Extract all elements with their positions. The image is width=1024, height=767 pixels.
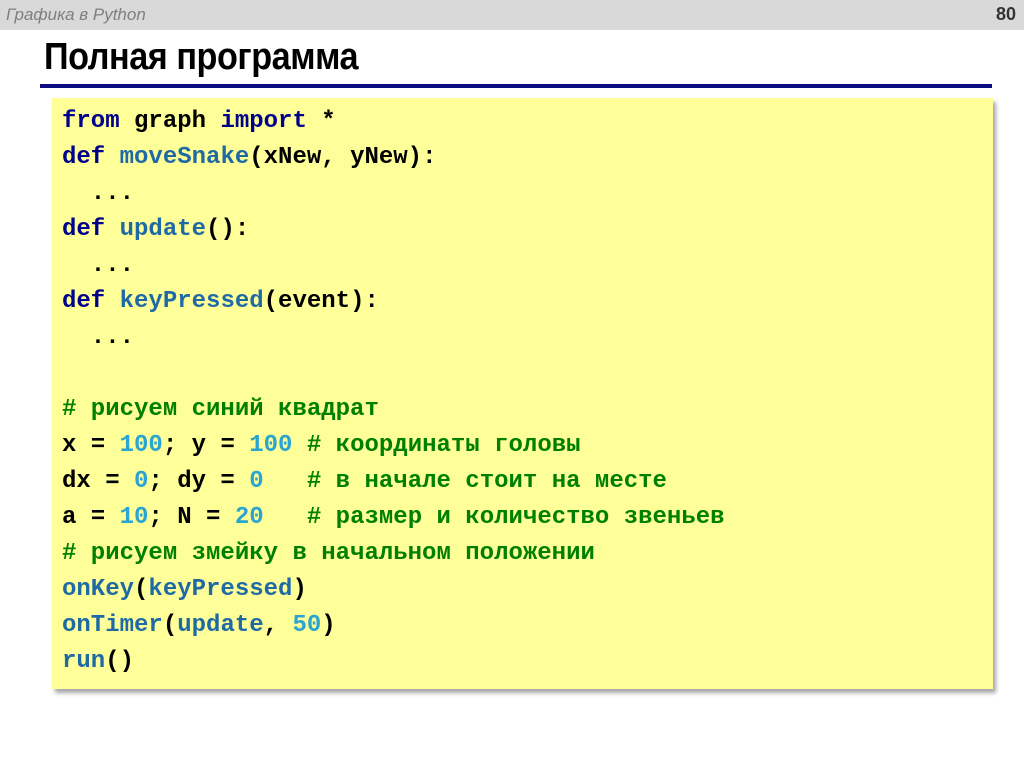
code-text: graph: [119, 108, 221, 135]
number-literal: 0: [134, 468, 149, 495]
code-text: ; y =: [162, 432, 250, 459]
title-divider: [40, 84, 992, 88]
code-text: (xNew, yNew):: [249, 144, 437, 171]
keyword: from: [62, 108, 120, 135]
comment: # координаты головы: [306, 432, 581, 459]
comment: # рисуем змейку в начальном положении: [62, 540, 595, 567]
code-line: def update():: [62, 212, 725, 248]
keyword: import: [220, 108, 307, 135]
code-line: # рисуем синий квадрат: [62, 392, 725, 428]
code-text: (: [134, 576, 149, 603]
code-line: ...: [62, 320, 725, 356]
number-literal: 50: [292, 612, 322, 639]
code-text: a =: [62, 504, 120, 531]
code-block: from graph import * def moveSnake(xNew, y…: [52, 98, 993, 689]
slide-topic: Графика в Python: [6, 5, 146, 24]
code-text: ): [292, 576, 307, 603]
number-literal: 10: [119, 504, 149, 531]
code-text: (): [105, 648, 135, 675]
code-text: (: [162, 612, 178, 639]
code-line: x = 100; y = 100 # координаты головы: [62, 428, 725, 464]
code-text: (event):: [263, 288, 379, 315]
code-line: a = 10; N = 20 # размер и количество зве…: [62, 500, 725, 536]
number-literal: 20: [234, 504, 264, 531]
function-name: onTimer: [62, 612, 163, 639]
code-text: ...: [62, 180, 135, 207]
slide-title: Полная программа: [44, 36, 359, 78]
number-literal: 100: [119, 432, 163, 459]
code-text: ,: [263, 612, 293, 639]
keyword: def: [62, 144, 106, 171]
code-text: ...: [62, 324, 135, 351]
code-line: from graph import *: [62, 104, 725, 140]
code-text: ():: [206, 216, 250, 243]
code-line: run(): [62, 644, 725, 680]
code-text: ; dy =: [148, 468, 250, 495]
comment: # рисуем синий квадрат: [62, 396, 379, 423]
code-line: onKey(keyPressed): [62, 572, 725, 608]
code-line: def keyPressed(event):: [62, 284, 725, 320]
function-name: keyPressed: [119, 288, 264, 315]
function-name: keyPressed: [148, 576, 293, 603]
comment: # размер и количество звеньев: [306, 504, 725, 531]
code-line: dx = 0; dy = 0 # в начале стоит на месте: [62, 464, 725, 500]
code-line: onTimer(update, 50): [62, 608, 725, 644]
code-text: ; N =: [148, 504, 235, 531]
number-literal: 0: [249, 468, 264, 495]
code-text: dx =: [62, 468, 135, 495]
code-text: x =: [62, 432, 120, 459]
function-name: run: [62, 648, 106, 675]
code-text: ): [321, 612, 336, 639]
function-name: moveSnake: [119, 144, 250, 171]
code-line: def moveSnake(xNew, yNew):: [62, 140, 725, 176]
code-text: ...: [62, 252, 135, 279]
number-literal: 100: [249, 432, 293, 459]
function-name: update: [119, 216, 207, 243]
comment: # в начале стоит на месте: [306, 468, 667, 495]
keyword: def: [62, 288, 106, 315]
code-listing: from graph import * def moveSnake(xNew, y…: [62, 104, 725, 680]
keyword: def: [62, 216, 106, 243]
page-number: 80: [995, 4, 1016, 24]
code-line: # рисуем змейку в начальном положении: [62, 536, 725, 572]
code-line: ...: [62, 248, 725, 284]
function-name: onKey: [62, 576, 135, 603]
function-name: update: [177, 612, 264, 639]
slide-header-bar: Графика в Python 80: [0, 0, 1024, 30]
code-text: *: [306, 108, 336, 135]
code-line: ...: [62, 176, 725, 212]
